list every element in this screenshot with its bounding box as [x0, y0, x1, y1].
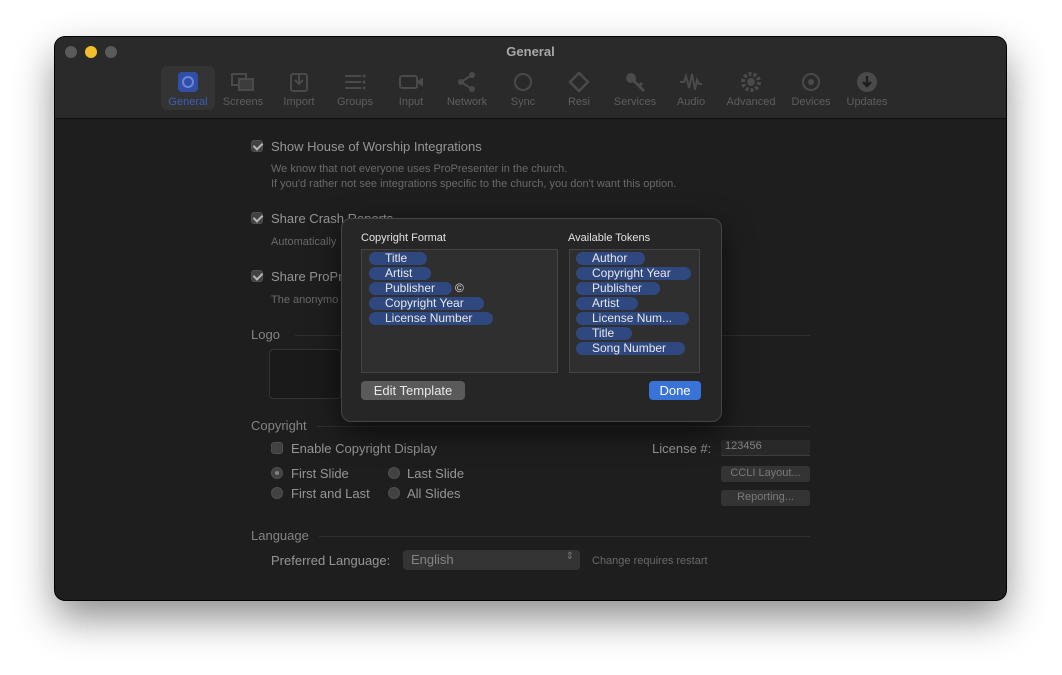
done-button[interactable]: Done — [649, 381, 701, 400]
tab-groups[interactable]: Groups — [327, 66, 383, 110]
token-copyright-year[interactable]: Copyright Year — [576, 267, 691, 280]
license-number-field[interactable]: 123456 — [721, 440, 810, 456]
key-icon — [623, 70, 647, 94]
first-and-last-radio[interactable] — [271, 487, 283, 499]
share-usage-checkbox[interactable] — [251, 270, 263, 282]
devices-icon — [799, 70, 823, 94]
available-tokens-label: Available Tokens — [568, 232, 651, 244]
token-publisher[interactable]: Publisher — [576, 282, 660, 295]
token-license-number[interactable]: License Num... — [576, 312, 689, 325]
house-of-worship-checkbox[interactable] — [251, 140, 263, 152]
download-icon — [855, 70, 879, 94]
tab-services[interactable]: Services — [607, 66, 663, 110]
share-usage-label: Share ProPr — [271, 269, 343, 284]
copyright-format-field[interactable]: Title Artist Publisher © Copyright Year … — [361, 249, 558, 373]
tab-advanced[interactable]: Advanced — [719, 66, 783, 110]
preferences-window: General General Screens Import Groups In… — [55, 37, 1006, 600]
sync-icon — [511, 70, 535, 94]
copyright-symbol: © — [455, 281, 464, 295]
first-slide-label: First Slide — [291, 466, 349, 481]
format-token-license-number[interactable]: License Number — [369, 312, 493, 325]
token-song-number[interactable]: Song Number — [576, 342, 685, 355]
chevron-updown-icon: ⇕ — [565, 551, 574, 562]
format-token-publisher[interactable]: Publisher — [369, 282, 452, 295]
first-and-last-label: First and Last — [291, 486, 370, 501]
tab-import[interactable]: Import — [271, 66, 327, 110]
tab-general[interactable]: General — [161, 66, 215, 110]
gear-icon — [739, 70, 763, 94]
format-token-title[interactable]: Title — [369, 252, 427, 265]
tab-updates[interactable]: Updates — [839, 66, 895, 110]
copyright-format-label: Copyright Format — [361, 232, 446, 244]
resi-icon — [567, 70, 591, 94]
all-slides-label: All Slides — [407, 486, 461, 501]
tab-sync[interactable]: Sync — [495, 66, 551, 110]
title-bar: General General Screens Import Groups In… — [55, 37, 1006, 119]
crash-reports-desc: Automatically — [271, 236, 337, 248]
house-of-worship-desc: We know that not everyone uses ProPresen… — [271, 163, 568, 175]
tab-input[interactable]: Input — [383, 66, 439, 110]
last-slide-label: Last Slide — [407, 466, 465, 481]
tab-resi[interactable]: Resi — [551, 66, 607, 110]
language-section-title: Language — [251, 528, 309, 543]
license-label: License #: — [652, 441, 712, 456]
language-select[interactable]: English ⇕ — [403, 550, 580, 570]
groups-icon — [343, 70, 367, 94]
all-slides-radio[interactable] — [388, 487, 400, 499]
tab-screens[interactable]: Screens — [215, 66, 271, 110]
token-artist[interactable]: Artist — [576, 297, 638, 310]
language-select-value: English — [411, 552, 454, 567]
logo-well[interactable] — [269, 349, 341, 399]
preferred-language-label: Preferred Language: — [271, 553, 391, 568]
format-token-artist[interactable]: Artist — [369, 267, 431, 280]
gear-square-icon — [176, 70, 200, 94]
last-slide-radio[interactable] — [388, 467, 400, 479]
waveform-icon — [679, 70, 703, 94]
enable-copyright-label: Enable Copyright Display — [291, 441, 437, 456]
copyright-format-dialog: Copyright Format Available Tokens Title … — [341, 218, 722, 422]
tab-devices[interactable]: Devices — [783, 66, 839, 110]
reporting-button[interactable]: Reporting... — [721, 490, 810, 506]
format-token-copyright-year[interactable]: Copyright Year — [369, 297, 484, 310]
tab-audio[interactable]: Audio — [663, 66, 719, 110]
edit-template-button[interactable]: Edit Template — [361, 381, 465, 400]
token-title[interactable]: Title — [576, 327, 632, 340]
crash-reports-checkbox[interactable] — [251, 212, 263, 224]
house-of-worship-label: Show House of Worship Integrations — [271, 139, 482, 154]
window-title: General — [506, 44, 555, 59]
import-icon — [287, 70, 311, 94]
network-icon — [455, 70, 479, 94]
house-of-worship-desc-2: If you'd rather not see integrations spe… — [271, 178, 677, 190]
copyright-divider — [317, 426, 810, 427]
language-note: Change requires restart — [592, 555, 708, 567]
video-input-icon — [399, 70, 423, 94]
logo-section-title: Logo — [251, 327, 280, 342]
first-slide-radio[interactable] — [271, 467, 283, 479]
ccli-layout-button[interactable]: CCLI Layout... — [721, 466, 810, 482]
token-author[interactable]: Author — [576, 252, 645, 265]
copyright-section-title: Copyright — [251, 418, 307, 433]
share-usage-desc: The anonymo — [271, 294, 339, 306]
available-tokens-list: Author Copyright Year Publisher Artist L… — [569, 249, 700, 373]
enable-copyright-checkbox[interactable] — [271, 442, 283, 454]
language-divider — [319, 536, 810, 537]
screens-icon — [231, 70, 255, 94]
tab-network[interactable]: Network — [439, 66, 495, 110]
preferences-toolbar: General Screens Import Groups Input Netw… — [161, 66, 895, 110]
